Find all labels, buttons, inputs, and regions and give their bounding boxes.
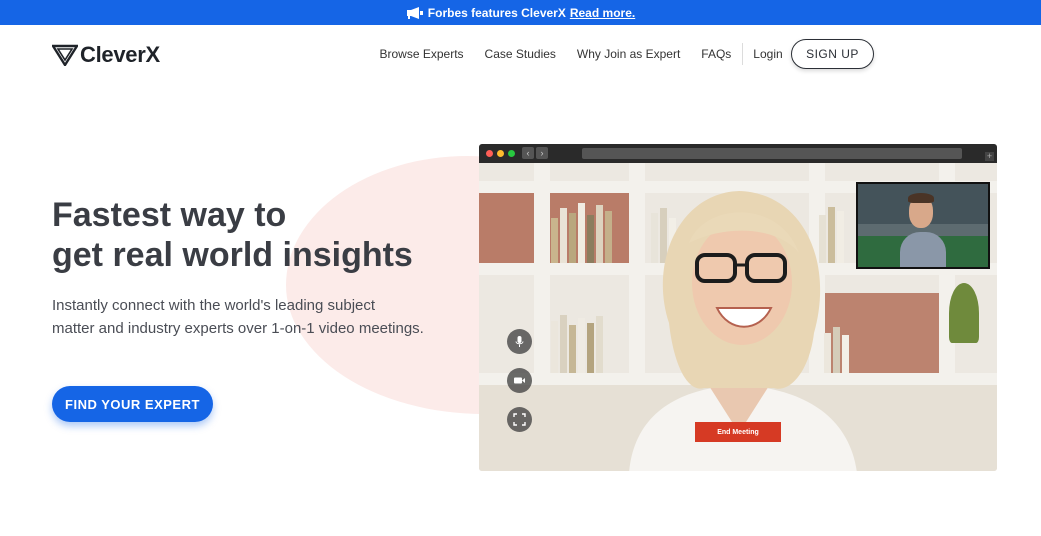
brand-name: CleverX: [80, 42, 160, 67]
microphone-button[interactable]: [507, 329, 532, 354]
pip-person-shirt: [900, 232, 946, 267]
announcement-banner: Forbes features CleverX Read more.: [0, 0, 1041, 25]
browser-url-bar: [582, 148, 962, 159]
window-minimize-dot: [497, 150, 504, 157]
hero-subtitle-line-2: matter and industry experts over 1-on-1 …: [52, 320, 424, 337]
banner-text: Forbes features CleverX: [427, 5, 566, 20]
hero-subtitle-line-1: Instantly connect with the world's leadi…: [52, 297, 376, 314]
cleverx-logo-icon: [52, 44, 78, 66]
hero-title-line-1: Fastest way to: [52, 196, 287, 234]
pip-person-hair: [908, 193, 934, 203]
book-row: [551, 201, 614, 263]
nav-item-why-join[interactable]: Why Join as Expert: [566, 47, 690, 61]
megaphone-icon: [406, 6, 423, 19]
signup-button[interactable]: SIGN UP: [791, 39, 874, 69]
nav-item-faqs[interactable]: FAQs: [691, 47, 742, 61]
nav-item-browse-experts[interactable]: Browse Experts: [369, 47, 474, 61]
browser-toolbar: ‹ › +: [479, 144, 997, 163]
hero-title-line-2: get real world insights: [52, 236, 413, 274]
back-arrow-icon: ‹: [522, 147, 534, 159]
banner-read-more-link[interactable]: Read more.: [570, 6, 635, 20]
self-view-video: [856, 182, 990, 269]
brand-logo[interactable]: CleverX: [52, 42, 160, 68]
video-feed: End Meeting: [479, 163, 997, 471]
microphone-icon: [515, 336, 524, 347]
nav-item-case-studies[interactable]: Case Studies: [474, 47, 566, 61]
top-navigation: CleverX Browse Experts Case Studies Why …: [0, 25, 1041, 83]
end-meeting-button[interactable]: End Meeting: [695, 422, 781, 442]
video-toggle-button[interactable]: [507, 368, 532, 393]
window-close-dot: [486, 150, 493, 157]
nav-menu: Browse Experts Case Studies Why Join as …: [369, 25, 793, 83]
new-tab-icon: +: [985, 151, 994, 161]
fullscreen-button[interactable]: [507, 407, 532, 432]
forward-arrow-icon: ›: [536, 147, 548, 159]
hero-subtitle: Instantly connect with the world's leadi…: [52, 294, 452, 340]
video-call-mockup: ‹ › + End Meeting: [479, 144, 997, 471]
book-row: [551, 313, 605, 373]
find-expert-button[interactable]: FIND YOUR EXPERT: [52, 386, 213, 422]
window-maximize-dot: [508, 150, 515, 157]
hero-title: Fastest way to get real world insights: [52, 195, 472, 275]
plant: [949, 283, 979, 343]
fullscreen-icon: [513, 413, 526, 426]
video-camera-icon: [514, 377, 525, 384]
nav-login-link[interactable]: Login: [743, 47, 793, 61]
